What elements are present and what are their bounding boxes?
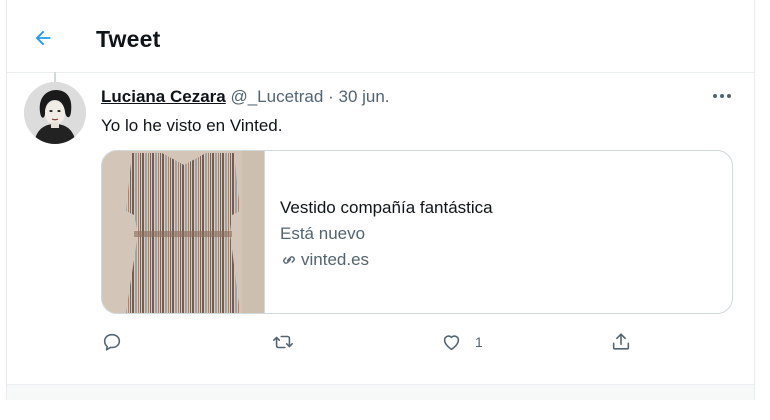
- reply-icon: [103, 333, 121, 351]
- page-header: Tweet: [7, 0, 754, 73]
- reply-button[interactable]: [101, 331, 123, 353]
- share-icon: [612, 333, 630, 350]
- tweet-date[interactable]: 30 jun.: [338, 87, 389, 106]
- heart-icon: [443, 335, 460, 351]
- author-handle[interactable]: @_Lucetrad: [230, 87, 323, 106]
- more-button[interactable]: [707, 85, 737, 107]
- retweet-button[interactable]: [271, 331, 295, 353]
- timeline-gap: [7, 385, 754, 400]
- thread-line: [54, 72, 56, 82]
- tweet-text: Yo lo he visto en Vinted.: [101, 116, 283, 135]
- meta-separator: ·: [328, 87, 334, 106]
- author-name[interactable]: Luciana Cezara: [101, 87, 226, 106]
- tweet-actions: 1: [7, 328, 754, 358]
- page-title: Tweet: [96, 26, 161, 52]
- retweet-icon: [273, 335, 293, 349]
- share-button[interactable]: [610, 330, 632, 353]
- link-card[interactable]: Vestido compañía fantástica Está nuevo v…: [101, 150, 733, 314]
- tweet-meta: Luciana Cezara @_Lucetrad · 30 jun.: [101, 87, 390, 107]
- like-count: 1: [475, 334, 483, 350]
- card-description: Está nuevo: [280, 224, 366, 243]
- card-image: [102, 151, 265, 313]
- card-title: Vestido compañía fantástica: [280, 198, 493, 217]
- card-domain: vinted.es: [301, 250, 370, 269]
- back-button[interactable]: [31, 26, 55, 50]
- avatar[interactable]: [24, 82, 86, 144]
- card-domain-row: vinted.es: [280, 247, 493, 273]
- card-body: Vestido compañía fantástica Está nuevo v…: [280, 195, 493, 273]
- more-dots-icon: [713, 94, 731, 98]
- arrow-left-icon: [35, 30, 51, 46]
- like-button[interactable]: 1: [440, 331, 483, 353]
- tweet-page: Tweet Luciana Cezara @_Lucetrad · 30 jun…: [6, 0, 755, 400]
- link-icon: [283, 256, 295, 264]
